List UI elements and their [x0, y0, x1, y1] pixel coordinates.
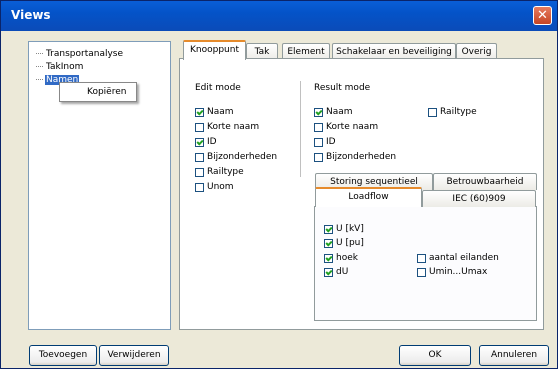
- result-naam-checkbox[interactable]: Naam: [314, 107, 353, 117]
- close-button[interactable]: ✕: [533, 6, 552, 25]
- title-bar[interactable]: Views ✕: [1, 1, 557, 31]
- close-icon: ✕: [537, 8, 548, 23]
- edit-naam-checkbox[interactable]: Naam: [195, 107, 234, 117]
- context-menu: Kopiëren: [59, 82, 137, 102]
- edit-unom-checkbox[interactable]: Unom: [195, 182, 234, 192]
- edit-korte-naam-checkbox[interactable]: Korte naam: [195, 122, 259, 132]
- delete-button[interactable]: Verwijderen: [99, 345, 169, 366]
- menu-item-kopieren[interactable]: Kopiëren: [87, 87, 126, 97]
- result-mode-label: Result mode: [314, 83, 371, 93]
- cancel-button[interactable]: Annuleren: [479, 345, 549, 366]
- subtab-iec-60909[interactable]: IEC (60)909: [422, 190, 536, 207]
- loadflow-umin-umax-checkbox[interactable]: Umin...Umax: [417, 267, 487, 277]
- result-bijzonderheden-checkbox[interactable]: Bijzonderheden: [314, 152, 396, 162]
- tab-knooppunt[interactable]: Knooppunt: [183, 40, 246, 60]
- edit-bijzonderheden-checkbox[interactable]: Bijzonderheden: [195, 152, 277, 162]
- result-korte-naam-checkbox[interactable]: Korte naam: [314, 122, 378, 132]
- mode-divider: [300, 81, 301, 177]
- tree-item-taklnom[interactable]: TakInom: [36, 61, 84, 72]
- add-button[interactable]: Toevoegen: [29, 345, 97, 366]
- subtab-betrouwbaarheid[interactable]: Betrouwbaarheid: [433, 173, 537, 190]
- loadflow-hoek-checkbox[interactable]: hoek: [324, 253, 358, 263]
- loadflow-aantal-eilanden-checkbox[interactable]: aantal eilanden: [417, 253, 499, 263]
- edit-railtype-checkbox[interactable]: Railtype: [195, 167, 244, 177]
- loadflow-u-pu-checkbox[interactable]: U [pu]: [324, 238, 364, 248]
- loadflow-u-kv-checkbox[interactable]: U [kV]: [324, 224, 364, 234]
- tree-item-transportanalyse[interactable]: Transportanalyse: [36, 48, 124, 59]
- loadflow-du-checkbox[interactable]: dU: [324, 267, 348, 277]
- edit-mode-label: Edit mode: [195, 83, 241, 93]
- result-id-checkbox[interactable]: ID: [314, 137, 336, 147]
- result-railtype-checkbox[interactable]: Railtype: [428, 107, 477, 117]
- window-title: Views: [11, 8, 51, 22]
- subtab-loadflow[interactable]: Loadflow: [315, 187, 422, 207]
- ok-button[interactable]: OK: [399, 345, 471, 366]
- views-dialog: Views ✕ Transportanalyse TakInom Namen K…: [0, 0, 558, 369]
- edit-id-checkbox[interactable]: ID: [195, 137, 217, 147]
